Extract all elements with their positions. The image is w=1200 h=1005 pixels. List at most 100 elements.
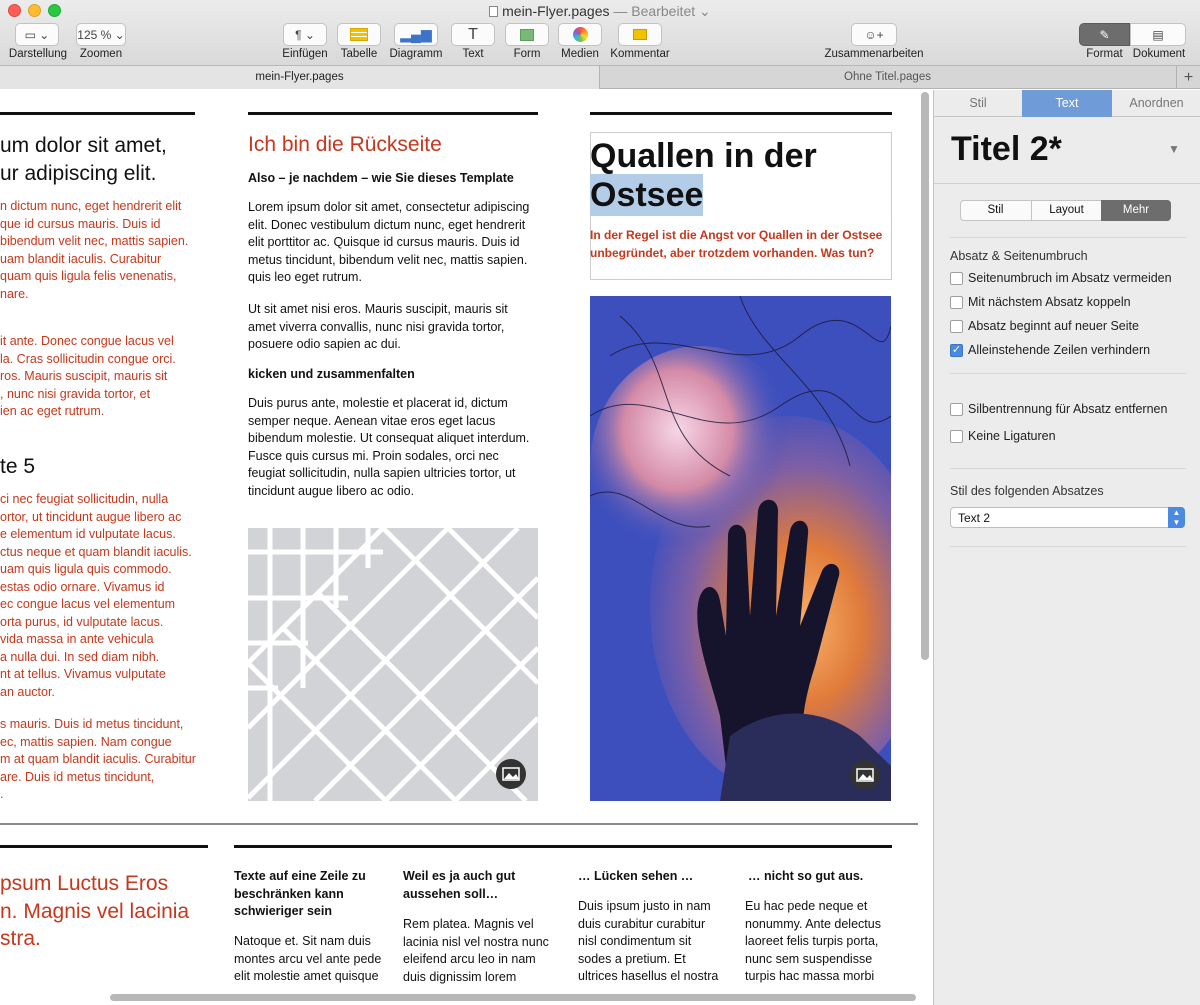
col1-paragraph[interactable]: ci nec feugiat sollicitudin, nulla ortor… bbox=[0, 491, 192, 701]
format-label: Format bbox=[1086, 48, 1123, 60]
table-button[interactable] bbox=[337, 23, 381, 46]
title-line-1[interactable]: Quallen in der bbox=[590, 135, 817, 177]
chart-button[interactable]: ▂▄▆ bbox=[394, 23, 438, 46]
photos-icon bbox=[572, 27, 588, 42]
checkbox-label: Seitenumbruch im Absatz vermeiden bbox=[968, 271, 1172, 285]
segment-more[interactable]: Mehr bbox=[1101, 200, 1171, 221]
page2-heading[interactable]: psum Luctus Eros n. Magnis vel lacinia s… bbox=[0, 870, 189, 953]
tab-text[interactable]: Text bbox=[1022, 90, 1112, 117]
segment-layout[interactable]: Layout bbox=[1031, 200, 1101, 221]
text-button[interactable]: T bbox=[451, 23, 495, 46]
checkmark-icon: ✓ bbox=[951, 344, 962, 356]
column-rule bbox=[0, 845, 208, 848]
divider bbox=[950, 468, 1186, 469]
document-canvas[interactable]: um dolor sit amet, ur adipiscing elit. n… bbox=[0, 90, 933, 1005]
checkbox-label: Silbentrennung für Absatz entfernen bbox=[968, 402, 1168, 416]
tab-ohne-titel[interactable]: Ohne Titel.pages bbox=[600, 66, 1175, 89]
page2-column-heading[interactable]: Weil es ja auch gut aussehen soll… bbox=[403, 868, 515, 903]
col1-paragraph[interactable]: it ante. Donec congue lacus vel la. Cras… bbox=[0, 333, 176, 421]
chevron-down-icon[interactable]: ⌄ bbox=[699, 3, 711, 19]
vertical-scrollbar[interactable] bbox=[921, 92, 929, 660]
col1-subheading[interactable]: te 5 bbox=[0, 454, 35, 480]
paragraph-style-name[interactable]: Titel 2* bbox=[951, 130, 1062, 169]
checkbox-label: Keine Ligaturen bbox=[968, 429, 1056, 443]
add-person-icon: ☺+ bbox=[864, 27, 884, 42]
text-label: Text bbox=[462, 48, 484, 60]
page2-column-text[interactable]: Duis ipsum justo in nam duis curabitur c… bbox=[578, 898, 718, 986]
tab-mein-flyer[interactable]: mein-Flyer.pages bbox=[0, 66, 600, 89]
checkbox-label: Alleinstehende Zeilen verhindern bbox=[968, 343, 1151, 357]
image-placeholder[interactable] bbox=[248, 528, 538, 801]
jellyfish-photo[interactable] bbox=[590, 296, 891, 801]
tab-style[interactable]: Stil bbox=[934, 90, 1022, 117]
title-line-2-selected[interactable]: Ostsee bbox=[590, 174, 704, 216]
segment-style[interactable]: Stil bbox=[960, 200, 1031, 221]
pilcrow-icon: ¶ ⌄ bbox=[295, 27, 315, 42]
col2-paragraph[interactable]: Duis purus ante, molestie et placerat id… bbox=[248, 395, 529, 500]
column-rule bbox=[0, 112, 195, 115]
toolbar: mein-Flyer.pages — Bearbeitet ⌄ ▭ ⌄ Dars… bbox=[0, 0, 1200, 66]
col1-paragraph[interactable]: s mauris. Duis id metus tincidunt, ec, m… bbox=[0, 716, 196, 804]
checkbox-remove-hyphenation[interactable] bbox=[950, 403, 963, 416]
media-button[interactable] bbox=[558, 23, 602, 46]
comment-label: Kommentar bbox=[610, 48, 670, 60]
stepper-arrows-icon: ▲ ▼ bbox=[1168, 507, 1185, 528]
next-style-select[interactable]: Text 2 ▲ ▼ bbox=[950, 507, 1185, 528]
col2-heading[interactable]: Ich bin die Rückseite bbox=[248, 132, 442, 158]
paintbrush-icon: ✎ bbox=[1099, 27, 1110, 42]
shape-icon bbox=[520, 28, 534, 41]
column-rule bbox=[234, 845, 892, 848]
col2-paragraph[interactable]: Lorem ipsum dolor sit amet, consectetur … bbox=[248, 199, 529, 287]
checkbox-widow-control[interactable]: ✓ bbox=[950, 344, 963, 357]
horizontal-scrollbar[interactable] bbox=[110, 994, 916, 1001]
collaborate-label: Zusammenarbeiten bbox=[824, 48, 924, 60]
add-tab-button[interactable]: + bbox=[1176, 66, 1200, 89]
col2-paragraph[interactable]: Ut sit amet nisi eros. Mauris suscipit, … bbox=[248, 301, 508, 354]
col2-subheading[interactable]: Also – je nachdem – wie Sie dieses Templ… bbox=[248, 170, 514, 188]
col1-paragraph[interactable]: n dictum nunc, eget hendrerit elit que i… bbox=[0, 198, 188, 303]
checkbox-keep-lines[interactable] bbox=[950, 272, 963, 285]
view-button[interactable]: ▭ ⌄ bbox=[15, 23, 59, 46]
style-dropdown-triangle-icon[interactable]: ▼ bbox=[1168, 142, 1180, 156]
page2-column-heading[interactable]: Texte auf eine Zeile zu beschränken kann… bbox=[234, 868, 366, 921]
divider bbox=[934, 183, 1200, 184]
insert-label: Einfügen bbox=[282, 48, 328, 60]
table-icon bbox=[350, 28, 368, 41]
zoom-value: 125 % bbox=[77, 27, 112, 42]
checkbox-no-ligatures[interactable] bbox=[950, 430, 963, 443]
edit-status: — Bearbeitet bbox=[613, 3, 696, 19]
view-label: Darstellung bbox=[8, 48, 68, 60]
lead-text[interactable]: In der Regel ist die Angst vor Quallen i… bbox=[590, 227, 882, 262]
text-icon: T bbox=[468, 25, 478, 43]
col1-heading[interactable]: um dolor sit amet, ur adipiscing elit. bbox=[0, 132, 167, 188]
format-inspector: Stil Text Anordnen Titel 2* ▼ Stil Layou… bbox=[933, 90, 1200, 1005]
next-style-value: Text 2 bbox=[958, 511, 991, 525]
window-title: mein-Flyer.pages — Bearbeitet ⌄ bbox=[0, 3, 1200, 20]
page2-column-text[interactable]: Rem platea. Magnis vel lacinia nisl vel … bbox=[403, 916, 549, 986]
document-icon: ▤ bbox=[1152, 27, 1164, 42]
tab-arrange[interactable]: Anordnen bbox=[1112, 90, 1200, 117]
page2-column-heading[interactable]: … nicht so gut aus. bbox=[748, 868, 863, 886]
media-label: Medien bbox=[561, 48, 599, 60]
comment-button[interactable] bbox=[618, 23, 662, 46]
table-label: Tabelle bbox=[340, 48, 378, 60]
collaborate-button[interactable]: ☺+ bbox=[851, 23, 897, 46]
shape-button[interactable] bbox=[505, 23, 549, 46]
document-button[interactable]: ▤ bbox=[1130, 23, 1186, 46]
checkbox-page-break-before[interactable] bbox=[950, 320, 963, 333]
format-button[interactable]: ✎ bbox=[1079, 23, 1130, 46]
page2-column-heading[interactable]: … Lücken sehen … bbox=[578, 868, 693, 886]
page2-column-text[interactable]: Natoque et. Sit nam duis montes arcu vel… bbox=[234, 933, 381, 986]
zoom-select[interactable]: 125 % ⌄ bbox=[76, 23, 126, 46]
comment-icon bbox=[633, 29, 647, 40]
shape-label: Form bbox=[513, 48, 541, 60]
column-rule bbox=[590, 112, 892, 115]
page2-column-text[interactable]: Eu hac pede neque et nonummy. Ante delec… bbox=[745, 898, 881, 986]
section-paragraph-page-break: Absatz & Seitenumbruch bbox=[950, 249, 1088, 263]
checkbox-keep-with-next[interactable] bbox=[950, 296, 963, 309]
zoom-label: Zoomen bbox=[79, 48, 123, 60]
chart-label: Diagramm bbox=[389, 48, 443, 60]
col2-subheading[interactable]: kicken und zusammenfalten bbox=[248, 366, 415, 384]
divider bbox=[950, 546, 1186, 547]
insert-button[interactable]: ¶ ⌄ bbox=[283, 23, 327, 46]
